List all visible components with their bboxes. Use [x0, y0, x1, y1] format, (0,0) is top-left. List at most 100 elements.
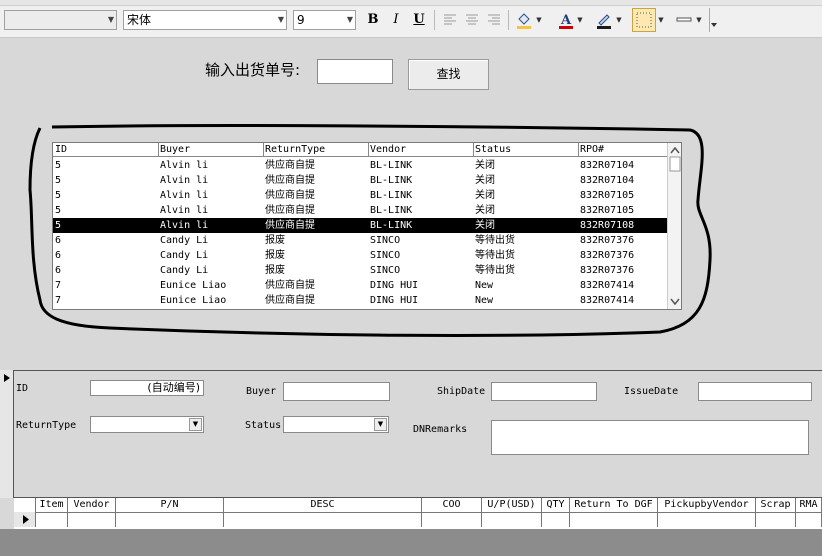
list-column-header[interactable]: Vendor	[368, 143, 473, 157]
grid-cell[interactable]	[756, 513, 796, 527]
list-cell: 关闭	[475, 160, 495, 171]
list-cell: 832R07105	[580, 190, 635, 201]
list-row[interactable]: 7 Eunice Liao 供应商自提 DING HUI New 832R07414	[53, 293, 669, 308]
grid-column-header[interactable]: PickupbyVendor	[658, 498, 756, 512]
list-column-header[interactable]: ReturnType	[263, 143, 368, 157]
list-cell	[473, 308, 578, 309]
grid-empty-area	[0, 529, 822, 556]
grid-cell[interactable]	[224, 513, 422, 527]
list-row[interactable]: 6 Candy Li 报废 SINCO 等待出货 832R07376	[53, 263, 669, 278]
shipdate-field[interactable]	[491, 382, 597, 401]
detail-grid[interactable]: Item Vendor P/N DESC COO U/P(USD) QTY Return To…	[14, 497, 822, 529]
column-divider[interactable]	[368, 143, 369, 157]
list-cell: 等待出货	[475, 235, 515, 246]
list-cell: 关闭	[475, 190, 495, 201]
buyer-field[interactable]	[283, 382, 390, 401]
id-field[interactable]: (自动编号)	[90, 380, 204, 396]
grid-column-header[interactable]: QTY	[542, 498, 570, 512]
list-cell: BL-LINK	[370, 160, 413, 171]
list-cell: 7	[55, 295, 62, 306]
list-cell: Eunice Liao	[160, 280, 227, 291]
list-cell: 832R07108	[580, 220, 635, 231]
list-cell: 5	[55, 175, 62, 186]
list-cell: SINCO	[370, 250, 401, 261]
grid-column-header[interactable]: U/P(USD)	[482, 498, 542, 512]
grid-column-header[interactable]: RMA	[796, 498, 822, 512]
grid-cell[interactable]	[116, 513, 224, 527]
returntype-combo[interactable]: ▼	[90, 416, 204, 433]
record-pointer-icon	[4, 374, 10, 382]
grid-column-header[interactable]: DESC	[224, 498, 422, 512]
grid-column-header[interactable]: COO	[422, 498, 482, 512]
grid-cell[interactable]	[68, 513, 116, 527]
column-divider[interactable]	[473, 143, 474, 157]
list-cell: 832R07376	[580, 265, 635, 276]
grid-cell[interactable]	[570, 513, 658, 527]
list-cell: 6	[55, 235, 62, 246]
list-cell: SINCO	[370, 265, 401, 276]
list-cell: 5	[55, 190, 62, 201]
grid-column-header[interactable]: Item	[36, 498, 68, 512]
list-column-header[interactable]: ID	[53, 143, 158, 157]
grid-cell[interactable]	[482, 513, 542, 527]
grid-column-header[interactable]: Return To DGF	[570, 498, 658, 512]
list-cell: 832R07414	[580, 280, 635, 291]
grid-cell[interactable]	[542, 513, 570, 527]
list-cell	[368, 308, 473, 309]
list-cell: 5	[55, 160, 62, 171]
chevron-down-icon[interactable]: ▼	[189, 418, 202, 431]
list-cell: BL-LINK	[370, 175, 413, 186]
column-divider[interactable]	[158, 143, 159, 157]
list-column-header[interactable]: Status	[473, 143, 578, 157]
list-row[interactable]: 7 Eunice Liao 供应商自提 DING HUI New 832R07414	[53, 278, 669, 293]
grid-cell[interactable]	[796, 513, 822, 527]
buyer-label: Buyer	[246, 386, 277, 397]
list-column-header[interactable]: Buyer	[158, 143, 263, 157]
vertical-scrollbar[interactable]	[667, 143, 681, 309]
status-combo[interactable]: ▼	[283, 416, 389, 433]
grid-cell[interactable]	[422, 513, 482, 527]
list-row[interactable]: 5 Alvin li 供应商自提 BL-LINK 关闭 832R07105	[53, 188, 669, 203]
list-cell: 供应商自提	[265, 295, 315, 306]
list-cell	[53, 308, 158, 309]
list-row[interactable]: 供应商自提	[53, 308, 669, 309]
grid-row-selector[interactable]	[14, 512, 36, 527]
grid-cell[interactable]	[658, 513, 756, 527]
chevron-down-icon[interactable]: ▼	[374, 418, 387, 431]
grid-column-header[interactable]: Scrap	[756, 498, 796, 512]
list-cell: 供应商自提	[265, 220, 315, 231]
list-row[interactable]: 5 Alvin li 供应商自提 BL-LINK 关闭 832R07104	[53, 158, 669, 173]
record-selector[interactable]	[0, 370, 14, 498]
list-cell: Candy Li	[160, 250, 209, 261]
issuedate-field[interactable]	[698, 382, 812, 401]
returntype-label: ReturnType	[16, 420, 77, 431]
new-record-pointer-icon	[23, 515, 29, 524]
grid-column-header[interactable]: P/N	[116, 498, 224, 512]
grid-cell[interactable]	[36, 513, 68, 527]
list-row-selected[interactable]: 5 Alvin li 供应商自提 BL-LINK 关闭 832R07108	[53, 218, 669, 233]
list-cell: Alvin li	[160, 175, 209, 186]
list-row[interactable]: 6 Candy Li 报废 SINCO 等待出货 832R07376	[53, 233, 669, 248]
list-cell: DING HUI	[370, 280, 419, 291]
grid-new-row[interactable]	[14, 513, 822, 528]
list-cell: BL-LINK	[370, 220, 413, 231]
list-cell: 5	[55, 205, 62, 216]
list-cell: Alvin li	[160, 160, 209, 171]
list-cell: Candy Li	[160, 265, 209, 276]
list-row[interactable]: 5 Alvin li 供应商自提 BL-LINK 关闭 832R07105	[53, 203, 669, 218]
grid-column-header[interactable]: Vendor	[68, 498, 116, 512]
list-row[interactable]: 5 Alvin li 供应商自提 BL-LINK 关闭 832R07104	[53, 173, 669, 188]
list-cell: 7	[55, 280, 62, 291]
column-divider[interactable]	[263, 143, 264, 157]
list-cell: 等待出货	[475, 265, 515, 276]
results-listbox[interactable]: ID Buyer ReturnType Vendor Status RPO# 5 Alvin…	[52, 142, 682, 310]
column-divider[interactable]	[578, 143, 579, 157]
list-header: ID Buyer ReturnType Vendor Status RPO#	[53, 143, 669, 157]
list-column-header[interactable]: RPO#	[578, 143, 669, 157]
list-cell: 5	[55, 220, 62, 231]
dnremarks-field[interactable]	[491, 420, 809, 455]
grid-corner	[14, 498, 36, 512]
list-row[interactable]: 6 Candy Li 报废 SINCO 等待出货 832R07376	[53, 248, 669, 263]
list-cell: 6	[55, 265, 62, 276]
list-cell: Alvin li	[160, 220, 209, 231]
